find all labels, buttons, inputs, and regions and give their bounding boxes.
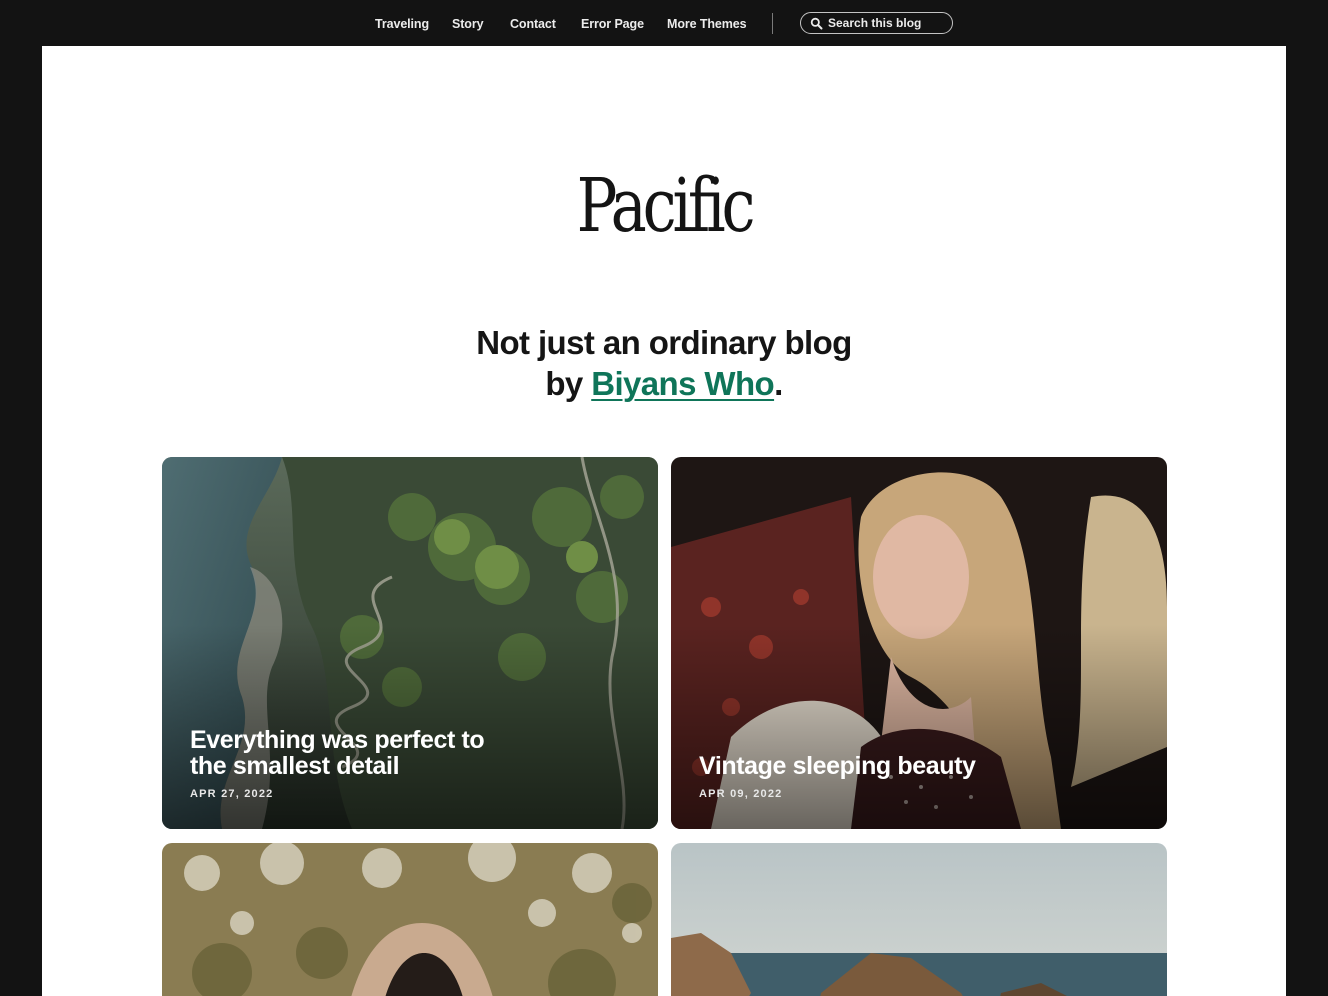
- top-navigation: Traveling Story Contact Error Page More …: [0, 0, 1328, 46]
- post-image-hood: [162, 843, 658, 996]
- nav-item-story[interactable]: Story: [452, 16, 484, 32]
- nav-item-error-page[interactable]: Error Page: [581, 16, 644, 32]
- author-link[interactable]: Biyans Who: [591, 365, 774, 402]
- nav-item-more-themes[interactable]: More Themes: [667, 16, 747, 32]
- post-title[interactable]: Everything was perfect to the smallest d…: [190, 727, 510, 779]
- search-button[interactable]: Search this blog: [800, 12, 953, 34]
- nav-divider: [772, 13, 773, 34]
- tagline-line-2: by Biyans Who.: [42, 363, 1286, 404]
- post-card[interactable]: Vintage sleeping beauty APR 09, 2022: [671, 457, 1167, 829]
- post-card[interactable]: Everything was perfect to the smallest d…: [162, 457, 658, 829]
- post-date: APR 27, 2022: [190, 788, 274, 800]
- post-image-rocks: [671, 843, 1167, 996]
- search-label: Search this blog: [828, 16, 922, 30]
- post-card[interactable]: [162, 843, 658, 996]
- content-area: Pacific Not just an ordinary blog by Biy…: [42, 46, 1286, 996]
- nav-item-contact[interactable]: Contact: [510, 16, 556, 32]
- tagline-suffix: .: [774, 365, 783, 402]
- post-card[interactable]: [671, 843, 1167, 996]
- tagline-prefix: by: [545, 365, 592, 402]
- site-logo[interactable]: Pacific: [154, 164, 1174, 248]
- nav-item-traveling[interactable]: Traveling: [375, 16, 429, 32]
- post-date: APR 09, 2022: [699, 788, 783, 800]
- tagline-line-1: Not just an ordinary blog: [476, 324, 852, 361]
- search-icon: [810, 17, 823, 30]
- site-tagline: Not just an ordinary blog by Biyans Who.: [42, 322, 1286, 404]
- post-title[interactable]: Vintage sleeping beauty: [699, 753, 1019, 779]
